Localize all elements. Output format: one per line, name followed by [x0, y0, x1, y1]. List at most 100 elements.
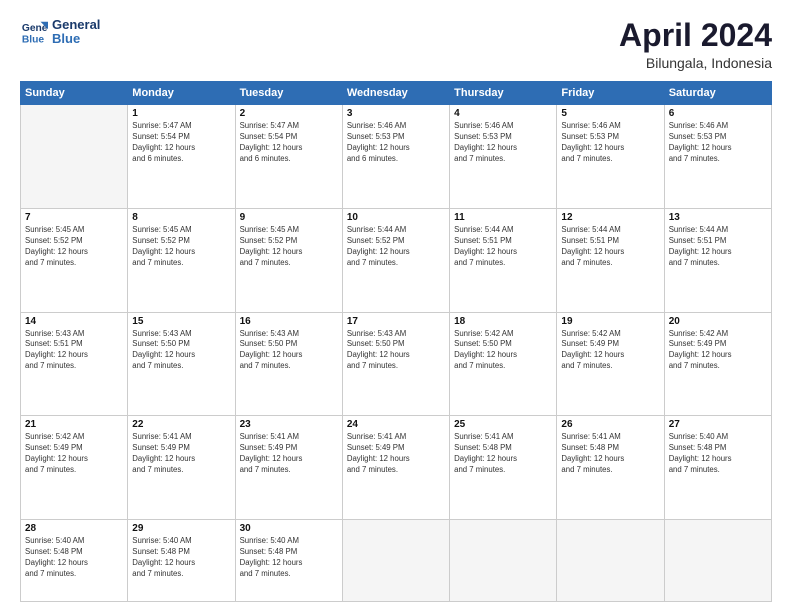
day-info: Sunrise: 5:42 AM Sunset: 5:50 PM Dayligh… [454, 329, 552, 373]
logo-general: General [52, 18, 100, 32]
calendar-cell: 19Sunrise: 5:42 AM Sunset: 5:49 PM Dayli… [557, 312, 664, 416]
day-number: 2 [240, 108, 338, 119]
calendar-cell: 9Sunrise: 5:45 AM Sunset: 5:52 PM Daylig… [235, 208, 342, 312]
day-number: 1 [132, 108, 230, 119]
day-number: 20 [669, 316, 767, 327]
day-number: 12 [561, 212, 659, 223]
day-info: Sunrise: 5:43 AM Sunset: 5:50 PM Dayligh… [240, 329, 338, 373]
calendar-cell: 7Sunrise: 5:45 AM Sunset: 5:52 PM Daylig… [21, 208, 128, 312]
calendar-week-1: 7 Sunrise: 5:45 AM Sunset: 5:52 PM Daylig… [21, 208, 772, 312]
calendar-cell: 25 Sunrise: 5:41 AM Sunset: 5:48 PM Dayli… [450, 416, 557, 520]
day-number: 15 [132, 316, 230, 327]
calendar-cell [450, 519, 557, 601]
day-info: Sunrise: 5:44 AM Sunset: 5:51 PM Dayligh… [454, 225, 552, 269]
calendar-cell: 24 Sunrise: 5:41 AM Sunset: 5:49 PM Dayli… [342, 416, 449, 520]
day-number: 13 [669, 212, 767, 223]
calendar-cell: 13Sunrise: 5:44 AM Sunset: 5:51 PM Dayli… [664, 208, 771, 312]
day-info: Sunrise: 5:40 AM Sunset: 5:48 PM Dayligh… [132, 536, 230, 580]
day-number: 17 [347, 316, 445, 327]
calendar-body: 1 Sunrise: 5:47 AM Sunset: 5:54 PM Daylig… [21, 105, 772, 602]
day-info: Sunrise: 5:41 AM Sunset: 5:48 PM Dayligh… [454, 432, 552, 476]
calendar-cell: 27 Sunrise: 5:40 AM Sunset: 5:48 PM Dayli… [664, 416, 771, 520]
day-info: Sunrise: 5:42 AM Sunset: 5:49 PM Dayligh… [25, 432, 123, 476]
day-info: Sunrise: 5:44 AM Sunset: 5:52 PM Dayligh… [347, 225, 445, 269]
day-info: Sunrise: 5:40 AM Sunset: 5:48 PM Dayligh… [669, 432, 767, 476]
calendar-cell: 29 Sunrise: 5:40 AM Sunset: 5:48 PM Dayli… [128, 519, 235, 601]
logo-icon: General Blue [20, 18, 48, 46]
day-number: 16 [240, 316, 338, 327]
calendar-cell: 30Sunrise: 5:40 AM Sunset: 5:48 PM Dayli… [235, 519, 342, 601]
page: General Blue General Blue April 2024 Bil… [0, 0, 792, 612]
weekday-header-monday: Monday [128, 82, 235, 105]
calendar-cell: 22Sunrise: 5:41 AM Sunset: 5:49 PM Dayli… [128, 416, 235, 520]
day-info: Sunrise: 5:40 AM Sunset: 5:48 PM Dayligh… [25, 536, 123, 580]
svg-text:Blue: Blue [22, 35, 45, 46]
day-info: Sunrise: 5:41 AM Sunset: 5:49 PM Dayligh… [240, 432, 338, 476]
calendar-cell: 4 Sunrise: 5:46 AM Sunset: 5:53 PM Daylig… [450, 105, 557, 209]
day-info: Sunrise: 5:47 AM Sunset: 5:54 PM Dayligh… [240, 121, 338, 165]
day-number: 11 [454, 212, 552, 223]
day-number: 26 [561, 419, 659, 430]
day-number: 24 [347, 419, 445, 430]
day-number: 23 [240, 419, 338, 430]
calendar-cell: 8Sunrise: 5:45 AM Sunset: 5:52 PM Daylig… [128, 208, 235, 312]
calendar-cell [557, 519, 664, 601]
day-info: Sunrise: 5:42 AM Sunset: 5:49 PM Dayligh… [669, 329, 767, 373]
day-number: 28 [25, 523, 123, 534]
day-info: Sunrise: 5:47 AM Sunset: 5:54 PM Dayligh… [132, 121, 230, 165]
calendar-title: April 2024 [619, 18, 772, 53]
calendar-cell: 3Sunrise: 5:46 AM Sunset: 5:53 PM Daylig… [342, 105, 449, 209]
calendar-cell: 14Sunrise: 5:43 AM Sunset: 5:51 PM Dayli… [21, 312, 128, 416]
calendar-cell: 11 Sunrise: 5:44 AM Sunset: 5:51 PM Dayli… [450, 208, 557, 312]
header: General Blue General Blue April 2024 Bil… [20, 18, 772, 71]
weekday-header-friday: Friday [557, 82, 664, 105]
weekday-header-tuesday: Tuesday [235, 82, 342, 105]
calendar-cell: 12 Sunrise: 5:44 AM Sunset: 5:51 PM Dayli… [557, 208, 664, 312]
day-info: Sunrise: 5:45 AM Sunset: 5:52 PM Dayligh… [132, 225, 230, 269]
weekday-header-saturday: Saturday [664, 82, 771, 105]
calendar-week-3: 21 Sunrise: 5:42 AM Sunset: 5:49 PM Dayli… [21, 416, 772, 520]
day-number: 14 [25, 316, 123, 327]
day-number: 6 [669, 108, 767, 119]
day-number: 27 [669, 419, 767, 430]
title-block: April 2024 Bilungala, Indonesia [619, 18, 772, 71]
calendar-week-2: 14Sunrise: 5:43 AM Sunset: 5:51 PM Dayli… [21, 312, 772, 416]
day-info: Sunrise: 5:40 AM Sunset: 5:48 PM Dayligh… [240, 536, 338, 580]
calendar-cell: 23 Sunrise: 5:41 AM Sunset: 5:49 PM Dayli… [235, 416, 342, 520]
calendar-cell: 18 Sunrise: 5:42 AM Sunset: 5:50 PM Dayli… [450, 312, 557, 416]
calendar-cell: 21 Sunrise: 5:42 AM Sunset: 5:49 PM Dayli… [21, 416, 128, 520]
day-number: 25 [454, 419, 552, 430]
day-info: Sunrise: 5:42 AM Sunset: 5:49 PM Dayligh… [561, 329, 659, 373]
calendar-cell: 16 Sunrise: 5:43 AM Sunset: 5:50 PM Dayli… [235, 312, 342, 416]
day-number: 21 [25, 419, 123, 430]
calendar-week-0: 1 Sunrise: 5:47 AM Sunset: 5:54 PM Daylig… [21, 105, 772, 209]
calendar-cell: 20 Sunrise: 5:42 AM Sunset: 5:49 PM Dayli… [664, 312, 771, 416]
day-number: 3 [347, 108, 445, 119]
logo: General Blue General Blue [20, 18, 100, 47]
calendar-cell [664, 519, 771, 601]
day-info: Sunrise: 5:43 AM Sunset: 5:50 PM Dayligh… [347, 329, 445, 373]
day-info: Sunrise: 5:45 AM Sunset: 5:52 PM Dayligh… [240, 225, 338, 269]
calendar-cell: 28 Sunrise: 5:40 AM Sunset: 5:48 PM Dayli… [21, 519, 128, 601]
day-number: 7 [25, 212, 123, 223]
calendar-cell [342, 519, 449, 601]
calendar-cell: 1 Sunrise: 5:47 AM Sunset: 5:54 PM Daylig… [128, 105, 235, 209]
calendar-cell: 26 Sunrise: 5:41 AM Sunset: 5:48 PM Dayli… [557, 416, 664, 520]
day-number: 22 [132, 419, 230, 430]
day-number: 10 [347, 212, 445, 223]
calendar-week-4: 28 Sunrise: 5:40 AM Sunset: 5:48 PM Dayli… [21, 519, 772, 601]
calendar-cell: 10 Sunrise: 5:44 AM Sunset: 5:52 PM Dayli… [342, 208, 449, 312]
day-info: Sunrise: 5:44 AM Sunset: 5:51 PM Dayligh… [561, 225, 659, 269]
calendar-cell: 2 Sunrise: 5:47 AM Sunset: 5:54 PM Daylig… [235, 105, 342, 209]
day-number: 4 [454, 108, 552, 119]
day-number: 5 [561, 108, 659, 119]
day-number: 18 [454, 316, 552, 327]
day-info: Sunrise: 5:46 AM Sunset: 5:53 PM Dayligh… [454, 121, 552, 165]
day-info: Sunrise: 5:41 AM Sunset: 5:48 PM Dayligh… [561, 432, 659, 476]
calendar-cell: 5 Sunrise: 5:46 AM Sunset: 5:53 PM Daylig… [557, 105, 664, 209]
weekday-header-wednesday: Wednesday [342, 82, 449, 105]
day-info: Sunrise: 5:46 AM Sunset: 5:53 PM Dayligh… [561, 121, 659, 165]
calendar-cell: 15Sunrise: 5:43 AM Sunset: 5:50 PM Dayli… [128, 312, 235, 416]
day-info: Sunrise: 5:41 AM Sunset: 5:49 PM Dayligh… [347, 432, 445, 476]
day-number: 29 [132, 523, 230, 534]
